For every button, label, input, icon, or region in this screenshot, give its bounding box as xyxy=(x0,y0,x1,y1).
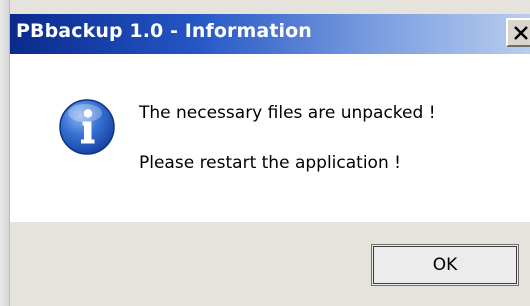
close-icon xyxy=(514,25,528,40)
message-area: The necessary files are unpacked ! Pleas… xyxy=(10,54,530,222)
message-line-1: The necessary files are unpacked ! xyxy=(139,103,436,123)
window-frame-left xyxy=(0,0,10,306)
button-bar: OK xyxy=(10,222,530,306)
ok-button[interactable]: OK xyxy=(371,244,519,286)
title-bar[interactable]: PBbackup 1.0 - Information xyxy=(10,14,530,54)
message-line-2: Please restart the application ! xyxy=(139,153,401,173)
info-icon xyxy=(59,99,115,155)
dialog-title: PBbackup 1.0 - Information xyxy=(16,20,312,42)
close-button[interactable] xyxy=(506,18,530,47)
information-dialog: PBbackup 1.0 - Information The necessary… xyxy=(0,0,530,306)
